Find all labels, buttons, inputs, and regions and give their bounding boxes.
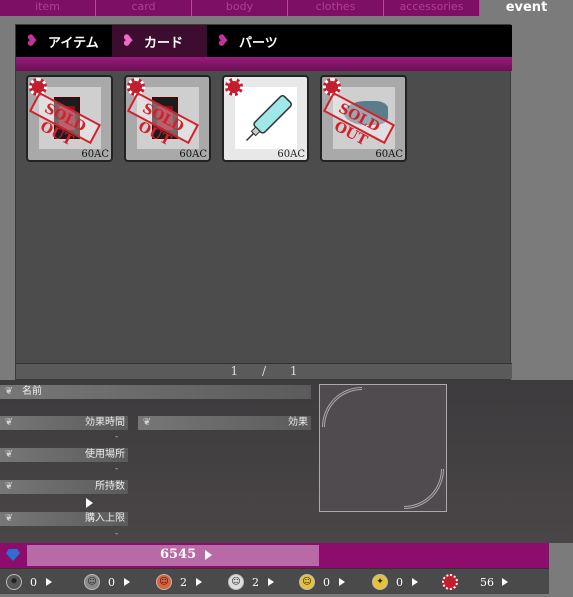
- white-face-icon: ☺: [228, 574, 244, 590]
- play-icon: [412, 578, 418, 586]
- tab-clothes[interactable]: clothes: [288, 0, 384, 16]
- play-icon: [268, 578, 274, 586]
- effect-label: ❦ 効果: [138, 416, 311, 430]
- owned-label: ❦ 所持数: [0, 480, 128, 494]
- ornament-icon: ❦: [4, 417, 14, 428]
- ornament-icon: ❦: [4, 513, 14, 524]
- shop-panel: ❥ アイテム ❥ カード ❥ パーツ SOLD OUT 60AC SOLD OU…: [15, 24, 512, 380]
- ornament-icon: ❦: [4, 481, 14, 492]
- page-current: 1: [230, 364, 239, 378]
- name-label: ❦ 名前: [0, 385, 311, 399]
- chip-icon: [225, 78, 243, 96]
- name-label-text: 名前: [22, 386, 42, 397]
- card-grid: SOLD OUT 60AC SOLD OUT 60AC 60AC SOLD OU…: [26, 75, 407, 162]
- gem-icon: [6, 549, 20, 561]
- tab-body[interactable]: body: [192, 0, 288, 16]
- syringe-icon: [245, 95, 292, 142]
- tab-event[interactable]: event: [480, 0, 573, 16]
- subtab-cards-label: カード: [144, 35, 184, 51]
- frame-ornament: [404, 469, 444, 509]
- ornament-icon: ❦: [4, 449, 14, 460]
- currency-value: 6545: [160, 547, 197, 562]
- tab-card[interactable]: card: [96, 0, 192, 16]
- heart-icon: ❥: [216, 31, 230, 50]
- subtab-parts[interactable]: ❥ パーツ: [207, 25, 303, 57]
- heart-icon: ❥: [121, 31, 135, 50]
- stat-value: 0: [30, 575, 37, 589]
- subtab-items[interactable]: ❥ アイテム: [16, 25, 112, 57]
- shop-card[interactable]: SOLD OUT 60AC: [124, 75, 211, 162]
- item-preview-frame: [319, 384, 447, 512]
- duration-label: ❦ 効果時間: [0, 416, 128, 430]
- location-label: ❦ 使用場所: [0, 448, 128, 462]
- shop-card[interactable]: SOLD OUT 60AC: [26, 75, 113, 162]
- page-total: 1: [289, 364, 298, 378]
- stat-white-face[interactable]: ☺ 2: [228, 573, 274, 591]
- stat-gray-face[interactable]: ☺ 0: [84, 573, 130, 591]
- owned-play-icon[interactable]: [86, 498, 93, 508]
- stat-value: 0: [396, 575, 403, 589]
- play-icon: [124, 578, 130, 586]
- location-label-text: 使用場所: [85, 449, 125, 460]
- location-value: -: [115, 464, 119, 474]
- stats-bar: ✸ 0 ☺ 0 ☺ 2 ☺ 2 ☺ 0 ✦ 0 56: [0, 568, 549, 594]
- gear-coin-icon: ✸: [6, 574, 22, 590]
- subtab-parts-label: パーツ: [239, 35, 278, 51]
- owned-label-text: 所持数: [95, 481, 125, 492]
- chip-icon: [442, 574, 458, 590]
- currency-play-icon[interactable]: [205, 550, 212, 560]
- stat-sparkle-face[interactable]: ✦ 0: [372, 573, 418, 591]
- tab-accessories[interactable]: accessories: [384, 0, 480, 16]
- page-separator: /: [261, 364, 267, 378]
- card-price: 60AC: [375, 149, 403, 160]
- play-icon: [46, 578, 52, 586]
- stat-red-face[interactable]: ☺ 2: [156, 573, 202, 591]
- tab-item[interactable]: item: [0, 0, 96, 16]
- top-tabs: item card body clothes accessories event: [0, 0, 573, 16]
- limit-value: -: [115, 529, 119, 539]
- stat-value: 0: [108, 575, 115, 589]
- limit-label: ❦ 購入上限: [0, 512, 128, 526]
- pager: 1 / 1: [16, 363, 512, 379]
- gray-face-icon: ☺: [84, 574, 100, 590]
- effect-label-text: 効果: [288, 417, 308, 428]
- shop-card[interactable]: 60AC: [222, 75, 309, 162]
- stat-value: 56: [480, 575, 494, 589]
- sub-tabs: ❥ アイテム ❥ カード ❥ パーツ: [16, 25, 512, 57]
- play-icon: [502, 578, 508, 586]
- frame-ornament: [322, 387, 362, 427]
- duration-label-text: 効果時間: [85, 417, 125, 428]
- subtab-items-label: アイテム: [48, 35, 99, 51]
- duration-value: -: [115, 432, 119, 442]
- currency-bar: 6545: [0, 543, 549, 568]
- play-icon: [339, 578, 345, 586]
- shop-card[interactable]: SOLD OUT 60AC: [320, 75, 407, 162]
- play-icon: [196, 578, 202, 586]
- stat-yellow-face[interactable]: ☺ 0: [299, 573, 345, 591]
- limit-label-text: 購入上限: [85, 513, 125, 524]
- card-price: 60AC: [277, 149, 305, 160]
- ornament-icon: ❦: [4, 386, 14, 397]
- stat-value: 2: [180, 575, 187, 589]
- yellow-face-icon: ☺: [299, 574, 315, 590]
- subtab-underline: [16, 57, 512, 71]
- stat-gear-coin[interactable]: ✸ 0: [6, 573, 52, 591]
- heart-icon: ❥: [25, 31, 39, 50]
- subtab-cards[interactable]: ❥ カード: [112, 25, 207, 57]
- card-price: 60AC: [179, 149, 207, 160]
- card-price: 60AC: [81, 149, 109, 160]
- sparkle-face-icon: ✦: [372, 574, 388, 590]
- red-face-icon: ☺: [156, 574, 172, 590]
- stat-chip[interactable]: 56: [442, 573, 508, 591]
- stat-value: 2: [252, 575, 259, 589]
- stat-value: 0: [323, 575, 330, 589]
- ornament-icon: ❦: [142, 417, 152, 428]
